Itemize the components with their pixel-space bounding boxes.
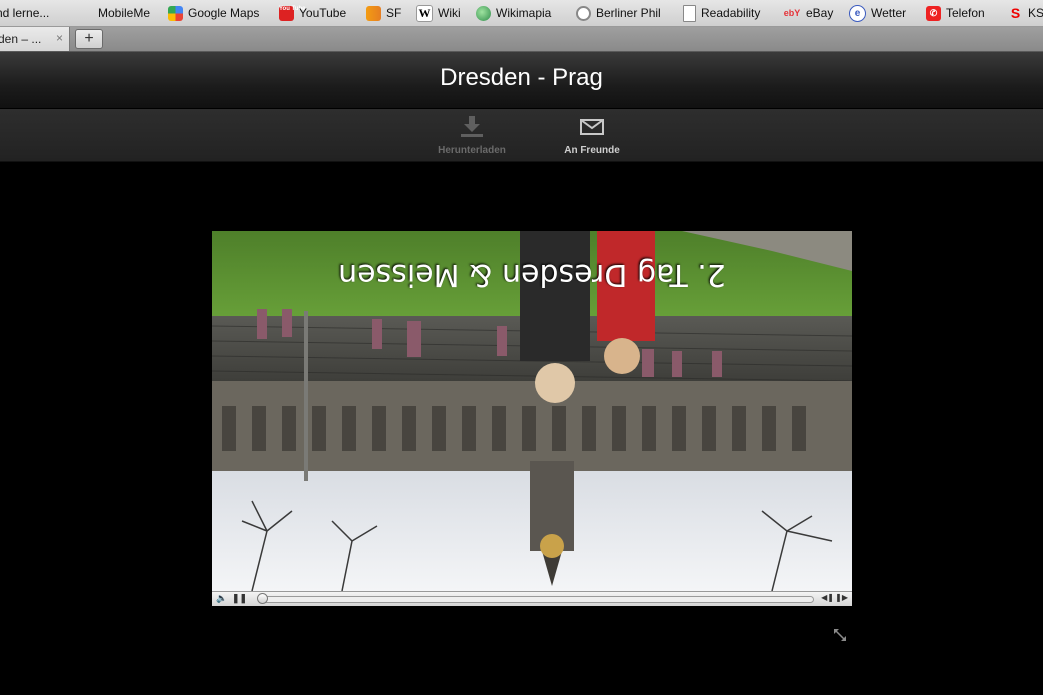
bookmark-sf[interactable]: SF <box>366 4 401 22</box>
bookmark-berliner-phil[interactable]: Berliner Phil <box>576 4 661 22</box>
bookmark-label: Google Maps <box>188 6 260 20</box>
rewind-button[interactable]: ◀❚ <box>821 593 834 602</box>
bookmark-label: eBay <box>806 6 834 20</box>
page-header: Dresden - Prag <box>0 52 1043 109</box>
bookmark-google-maps[interactable]: Google Maps <box>168 4 259 22</box>
bookmark-label: Wikimapia <box>496 6 552 20</box>
video-caption: 2. Tag Dresden & Meissen <box>338 257 726 292</box>
document-icon <box>683 4 696 22</box>
download-icon <box>461 116 483 137</box>
google-icon <box>168 5 183 21</box>
video-controls: 🔈 ❚❚ ◀❚ ❚▶ <box>212 591 852 606</box>
page-title: Dresden - Prag <box>440 64 603 91</box>
bookmark-label: Telefon <box>946 6 985 20</box>
video-player[interactable]: 2. Tag Dresden & Meissen <box>212 231 852 591</box>
bookmark-youtube[interactable]: You Tube YouTube <box>279 4 346 22</box>
ebay-icon: ebY <box>783 7 801 18</box>
sf-icon <box>366 5 381 21</box>
download-button[interactable]: Herunterladen <box>427 115 517 156</box>
bookmark-label: KSK <box>1028 6 1043 20</box>
bookmark-wetter[interactable]: e Wetter <box>849 4 906 22</box>
circle-icon <box>576 5 591 21</box>
bookmark-label: MobileMe <box>98 6 151 20</box>
bookmark-label: nd lerne... <box>0 6 50 20</box>
bookmark-ebay[interactable]: ebY eBay <box>783 4 834 22</box>
expand-icon[interactable] <box>832 627 848 643</box>
pause-button[interactable]: ❚❚ <box>232 593 247 604</box>
download-label: Herunterladen <box>438 145 506 156</box>
bookmark-label: SF <box>386 6 402 20</box>
bookmark-label: Wetter <box>871 6 907 20</box>
progress-track[interactable] <box>258 596 814 603</box>
bookmark-telefon[interactable]: ✆ Telefon <box>926 4 985 22</box>
bookmark-label: YouTube <box>299 6 347 20</box>
weather-icon: e <box>849 4 866 22</box>
bookmark-wikimapia[interactable]: Wikimapia <box>476 4 551 22</box>
new-tab-button[interactable]: + <box>75 29 103 49</box>
wikipedia-icon: W <box>416 4 433 22</box>
apple-icon <box>78 6 93 21</box>
youtube-icon: You Tube <box>279 5 305 21</box>
bookmarks-bar: nd lerne... MobileMe Google Maps You Tub… <box>0 0 1043 27</box>
toolbar: Herunterladen An Freunde <box>0 109 1043 162</box>
forward-button[interactable]: ❚▶ <box>835 593 848 602</box>
bookmark-label: Wiki <box>438 6 461 20</box>
bookmark-label: Berliner Phil <box>596 6 661 20</box>
sparkasse-icon: S <box>1010 4 1021 21</box>
close-icon[interactable]: × <box>56 31 63 45</box>
tab-title: den – ... <box>0 32 42 46</box>
tab-strip: den – ... × + <box>0 27 1043 52</box>
bookmark-mobileme[interactable]: MobileMe <box>78 4 150 22</box>
mail-icon <box>580 119 604 135</box>
globe-icon <box>476 5 491 21</box>
bookmark-wiki[interactable]: W Wiki <box>416 4 461 22</box>
volume-icon[interactable]: 🔈 <box>216 593 227 604</box>
phone-icon: ✆ <box>926 5 941 21</box>
tab-active[interactable]: den – ... × <box>0 27 70 51</box>
bookmark-readability[interactable]: Readability <box>683 4 760 22</box>
progress-knob[interactable] <box>257 593 268 604</box>
bookmark-nd-lerne[interactable]: nd lerne... <box>0 4 49 22</box>
send-to-friends-button[interactable]: An Freunde <box>547 115 637 156</box>
friends-label: An Freunde <box>564 145 620 156</box>
bookmark-label: Readability <box>701 6 761 20</box>
bookmark-ksk[interactable]: S KSK <box>1008 4 1043 22</box>
